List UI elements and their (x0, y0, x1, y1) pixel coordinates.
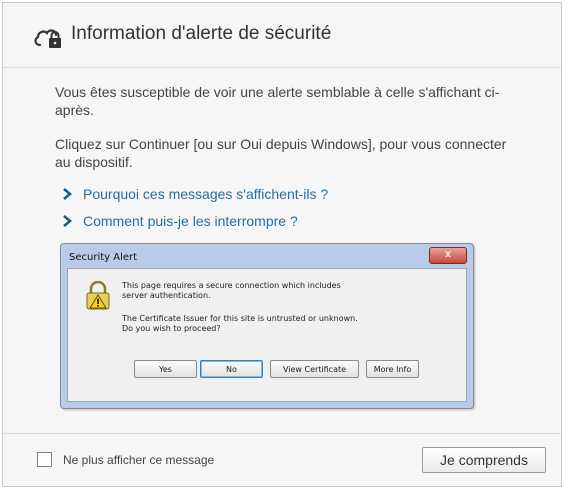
alert-window-body: This page requires a secure connection w… (67, 268, 467, 402)
alert-more-info-button: More Info (366, 360, 419, 378)
alert-yes-button: Yes (134, 360, 197, 378)
alert-no-button: No (200, 360, 263, 378)
how-stop-link-label: Comment puis-je les interrompre ? (83, 213, 298, 229)
alert-window-title: Security Alert (69, 252, 138, 263)
chevron-right-icon (63, 188, 73, 200)
dont-show-label[interactable]: Ne plus afficher ce message (63, 453, 214, 467)
chevron-right-icon (63, 215, 73, 227)
dialog-title: Information d'alerte de sécurité (71, 23, 332, 44)
dont-show-checkbox[interactable] (37, 452, 52, 467)
intro-paragraph: Vous êtes susceptible de voir une alerte… (55, 84, 500, 118)
cloud-lock-icon (34, 29, 61, 48)
why-messages-link-label: Pourquoi ces messages s'affichent-ils ? (83, 186, 329, 202)
understand-button[interactable]: Je comprends (422, 447, 546, 473)
padlock-warning-icon (86, 281, 110, 310)
alert-view-certificate-button: View Certificate (270, 360, 359, 378)
instruction-paragraph: Cliquez sur Continuer [ou sur Oui depuis… (55, 136, 507, 170)
dialog-header: Information d'alerte de sécurité (3, 3, 561, 68)
dialog-footer: Ne plus afficher ce message Je comprends (3, 433, 561, 486)
security-info-dialog: Information d'alerte de sécurité Vous êt… (2, 2, 562, 487)
alert-text-issuer: The Certificate Issuer for this site is … (122, 314, 358, 333)
alert-close-icon: x (429, 247, 467, 264)
security-alert-example: Security Alert x This page requires a se… (60, 243, 474, 409)
why-messages-link[interactable]: Pourquoi ces messages s'affichent-ils ? (61, 186, 328, 202)
alert-text-requirement: This page requires a secure connection w… (122, 281, 341, 300)
how-stop-link[interactable]: Comment puis-je les interrompre ? (61, 213, 298, 229)
